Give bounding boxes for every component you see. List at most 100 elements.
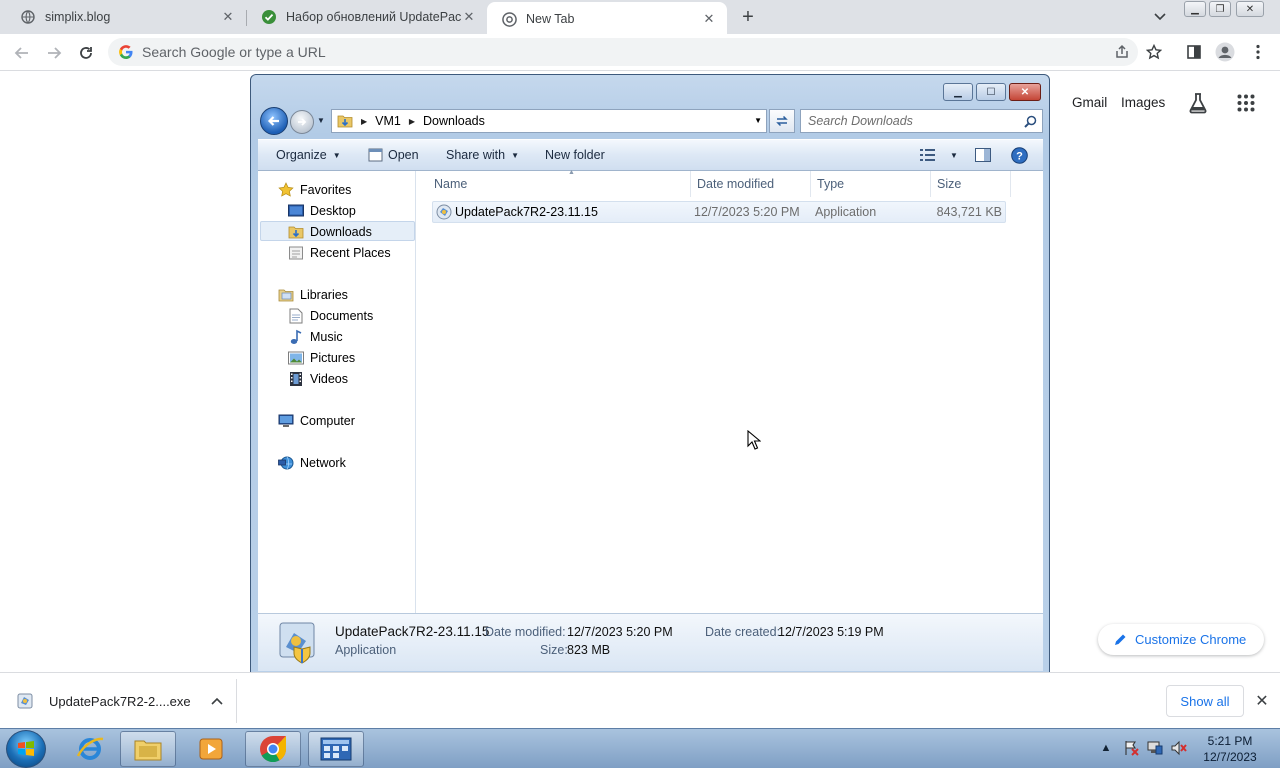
nav-label: Music [310, 330, 343, 344]
details-date-modified: 12/7/2023 5:20 PM [567, 625, 673, 639]
new-tab-button[interactable]: + [736, 5, 760, 29]
nav-pictures[interactable]: Pictures [288, 348, 355, 368]
close-download-bar-icon[interactable]: ✕ [1252, 691, 1272, 711]
downloads-folder-icon [337, 113, 353, 129]
tab-search-chevron-icon[interactable] [1150, 8, 1170, 26]
recent-pages-dropdown-icon[interactable]: ▼ [317, 116, 327, 126]
address-dropdown-icon[interactable]: ▼ [754, 116, 762, 125]
tab-title: New Tab [526, 12, 575, 26]
taskbar-media-player[interactable] [183, 731, 239, 767]
nav-downloads[interactable]: Downloads [288, 222, 372, 242]
share-icon[interactable] [1112, 42, 1132, 62]
download-divider [236, 679, 237, 723]
music-note-icon [288, 329, 304, 345]
nav-desktop[interactable]: Desktop [288, 201, 356, 221]
show-hidden-icons-icon[interactable]: ▲ [1097, 739, 1115, 757]
show-all-button[interactable]: Show all [1166, 685, 1244, 717]
organize-menu[interactable]: Organize ▼ [276, 148, 341, 162]
bookmark-star-icon[interactable] [1144, 42, 1164, 62]
chrome-menu-icon[interactable] [1248, 42, 1268, 62]
file-list: Name ▲ Date modified Type Size UpdatePac… [417, 169, 1043, 613]
preview-pane-button[interactable] [975, 148, 991, 162]
images-link[interactable]: Images [1121, 95, 1165, 110]
forward-arrow-icon[interactable] [290, 110, 314, 134]
nav-favorites[interactable]: Favorites [278, 180, 351, 200]
tab-title: Набор обновлений UpdatePack [286, 10, 461, 24]
change-view-button[interactable]: ▼ [920, 149, 958, 161]
new-folder-label: New folder [545, 148, 605, 162]
gmail-link[interactable]: Gmail [1072, 95, 1107, 110]
open-button[interactable]: Open [368, 148, 419, 162]
explorer-minimize-button[interactable]: ▁ [943, 83, 973, 101]
close-tab-icon[interactable]: ✕ [220, 9, 236, 25]
video-film-icon [288, 371, 304, 387]
column-header-type[interactable]: Type [811, 171, 931, 197]
file-date-modified: 12/7/2023 5:20 PM [694, 205, 800, 219]
action-center-flag-icon[interactable] [1122, 739, 1140, 757]
restore-window-button[interactable]: ❐ [1209, 1, 1231, 17]
breadcrumb-vm1[interactable]: VM1 [375, 114, 401, 128]
open-icon [368, 148, 383, 162]
taskbar-windows-explorer[interactable] [120, 731, 176, 767]
browser-toolbar: Search Google or type a URL [0, 34, 1280, 71]
nav-documents[interactable]: Documents [288, 306, 373, 326]
taskbar-vm-viewer[interactable] [308, 731, 364, 767]
nav-libraries[interactable]: Libraries [278, 285, 348, 305]
share-with-menu[interactable]: Share with ▼ [446, 148, 519, 162]
address-bar[interactable]: ▶ VM1 ▶ Downloads ▼ [331, 109, 767, 133]
breadcrumb-downloads[interactable]: Downloads [423, 114, 485, 128]
profile-avatar-icon[interactable] [1215, 42, 1235, 62]
reload-icon[interactable] [74, 41, 98, 65]
omnibox[interactable]: Search Google or type a URL [108, 38, 1138, 66]
clock-date: 12/7/2023 [1203, 750, 1257, 764]
tab-simplix[interactable]: simplix.blog ✕ [6, 0, 246, 34]
side-panel-icon[interactable] [1184, 42, 1204, 62]
column-header-name[interactable]: Name ▲ [428, 169, 691, 197]
taskbar-chrome[interactable] [245, 731, 301, 767]
customize-chrome-button[interactable]: Customize Chrome [1098, 624, 1264, 655]
back-arrow-icon[interactable] [260, 107, 288, 135]
refresh-icon[interactable] [769, 109, 795, 133]
nav-recent-places[interactable]: Recent Places [288, 243, 391, 263]
minimize-window-button[interactable]: ▁ [1184, 1, 1206, 17]
download-bar: UpdatePack7R2-2....exe Show all ✕ [0, 672, 1280, 728]
search-downloads-input[interactable]: Search Downloads [800, 109, 1043, 133]
help-icon: ? [1011, 147, 1028, 164]
nav-network[interactable]: Network [278, 453, 346, 473]
nav-label: Recent Places [310, 246, 391, 260]
explorer-maximize-button[interactable]: ☐ [976, 83, 1006, 101]
help-button[interactable]: ? [1011, 147, 1028, 164]
labs-flask-icon[interactable] [1187, 92, 1209, 117]
close-window-button[interactable]: ✕ [1236, 1, 1264, 17]
new-folder-button[interactable]: New folder [545, 148, 605, 162]
back-arrow-icon[interactable] [10, 41, 34, 65]
start-button[interactable] [6, 730, 46, 768]
column-label: Type [817, 177, 845, 191]
nav-videos[interactable]: Videos [288, 369, 348, 389]
clock-time: 5:21 PM [1207, 734, 1253, 748]
apps-grid-icon[interactable] [1237, 94, 1255, 115]
downloads-folder-icon [288, 224, 304, 240]
explorer-close-button[interactable]: ✕ [1009, 83, 1041, 101]
file-size: 843,721 KB [936, 205, 1002, 219]
volume-muted-icon[interactable] [1170, 739, 1188, 757]
taskbar-clock[interactable]: 5:21 PM 12/7/2023 [1192, 733, 1268, 765]
details-file-name: UpdatePack7R2-23.11.15 [335, 624, 490, 639]
taskbar-internet-explorer[interactable] [62, 731, 118, 767]
column-header-date-modified[interactable]: Date modified [691, 171, 811, 197]
tab-updatepack[interactable]: Набор обновлений UpdatePack ✕ [247, 0, 487, 34]
nav-computer[interactable]: Computer [278, 411, 355, 431]
file-row[interactable]: UpdatePack7R2-23.11.15 12/7/2023 5:20 PM… [432, 201, 1006, 223]
tab-new-tab[interactable]: New Tab ✕ [487, 2, 727, 36]
nav-music[interactable]: Music [288, 327, 343, 347]
chrome-icon [260, 736, 287, 763]
network-tray-icon[interactable] [1146, 739, 1164, 757]
forward-arrow-icon[interactable] [42, 41, 66, 65]
nav-label: Documents [310, 309, 374, 323]
chevron-up-icon[interactable] [211, 694, 223, 708]
close-tab-icon[interactable]: ✕ [701, 11, 717, 27]
details-date-modified-label: Date modified: [485, 625, 566, 639]
close-tab-icon[interactable]: ✕ [461, 9, 477, 25]
column-header-size[interactable]: Size [931, 171, 1011, 197]
download-item[interactable]: UpdatePack7R2-2....exe [16, 685, 223, 717]
